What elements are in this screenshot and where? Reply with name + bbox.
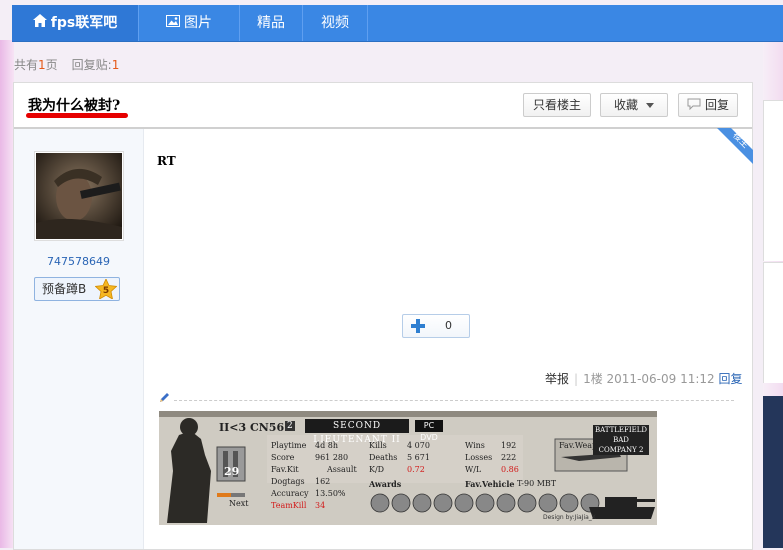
tab-pictures[interactable]: 图片 (139, 5, 240, 41)
page-total-suffix: 页 (45, 58, 58, 72)
home-icon (32, 5, 47, 41)
sig-deaths: 5 671 (407, 453, 430, 462)
sig-favvehicle-label: Fav.Vehicle (465, 479, 515, 489)
author-column: 747578649 预备蹲B 5 (14, 129, 144, 549)
tab-best[interactable]: 精品 (240, 5, 303, 41)
tab-home-label: fps联军吧 (50, 15, 118, 31)
sig-wl-label: W/L (465, 465, 482, 474)
sig-score: 961 280 (315, 453, 349, 462)
reply-button[interactable]: 回复 (678, 93, 738, 117)
floor-number: 1楼 (583, 372, 603, 386)
only-author-button[interactable]: 只看楼主 (523, 93, 591, 117)
post-datetime: 2011-06-09 11:12 (606, 372, 715, 386)
sig-teamkill-label: TeamKill (271, 501, 307, 510)
tab-home[interactable]: fps联军吧 (12, 5, 139, 41)
reply-count-prefix: 回复贴: (71, 58, 112, 72)
favorite-label: 收藏 (613, 98, 638, 112)
sig-playtime: 4d 8h (315, 441, 338, 450)
level-number: 5 (103, 286, 109, 296)
like-count: 0 (445, 319, 452, 332)
sig-kd-label: K/D (369, 465, 385, 474)
post-reply-link[interactable]: 回复 (719, 372, 743, 386)
post-meta: 举报 | 1楼 2011-06-09 11:12 回复 (545, 372, 743, 386)
tab-video[interactable]: 视频 (303, 5, 368, 41)
sig-deaths-label: Deaths (369, 453, 398, 462)
sig-favkit-label: Fav.Kit (271, 465, 299, 474)
sig-kd: 0.72 (407, 465, 425, 474)
sig-logo-line1: BATTLEFIELD (594, 426, 648, 434)
sig-dogtags-label: Dogtags (271, 477, 305, 486)
level-title: 预备蹲B (42, 282, 87, 296)
sig-favvehicle: T-90 MBT (517, 479, 557, 488)
signature-banner: II<3 CN56 2 SECOND LIEUTENANT II PC DVD … (159, 411, 657, 525)
sig-rank-title: SECOND LIEUTENANT II (305, 419, 409, 445)
thread-title: 我为什么被封? (28, 98, 121, 114)
post-content: RT (157, 154, 176, 168)
tab-video-label: 视频 (321, 15, 349, 31)
like-button[interactable]: 0 (402, 314, 470, 338)
sig-wins: 192 (501, 441, 517, 450)
page-background-left (0, 40, 14, 548)
sig-rank-number: 2 (285, 421, 295, 431)
thread-panel: 我为什么被封? 只看楼主 收藏 回复 747578649 预备蹲B 5 楼主 R… (13, 82, 753, 550)
sig-level: 29 (224, 465, 240, 478)
reply-label: 回复 (704, 98, 729, 112)
sig-kills-label: Kills (369, 441, 387, 450)
sig-accuracy: 13.50% (315, 489, 346, 498)
page-total-count: 1 (38, 58, 46, 72)
avatar[interactable] (34, 151, 124, 241)
sig-awards-label: Awards (369, 479, 402, 489)
thread-header: 我为什么被封? 只看楼主 收藏 回复 (14, 83, 752, 129)
sig-game-logo: BATTLEFIELD BAD COMPANY 2 (593, 425, 649, 455)
right-panel-top (763, 100, 783, 261)
top-nav: fps联军吧 图片 精品 视频 (12, 5, 783, 42)
author-ribbon: 楼主 (717, 128, 753, 164)
level-badge[interactable]: 预备蹲B 5 (34, 277, 120, 301)
page-info: 共有1页 回复贴:1 (14, 56, 119, 73)
report-link[interactable]: 举报 (545, 372, 569, 386)
image-icon (166, 5, 180, 41)
pencil-icon (158, 392, 170, 407)
sig-score-label: Score (271, 453, 295, 462)
sig-credit: Design by:JiaJia_X (543, 514, 596, 521)
sig-favkit: Assault (327, 465, 357, 474)
title-underline (26, 113, 128, 118)
sig-kills: 4 070 (407, 441, 430, 450)
sig-player-name: II<3 CN56 (219, 421, 285, 434)
reply-count: 1 (111, 58, 120, 72)
level-star-icon: 5 (94, 278, 118, 306)
sig-losses-label: Losses (465, 453, 493, 462)
comment-icon (687, 95, 701, 117)
sig-wl: 0.86 (501, 465, 519, 474)
sig-dogtags: 162 (315, 477, 331, 486)
author-name[interactable]: 747578649 (14, 255, 143, 268)
right-panel-bottom (763, 396, 783, 548)
sig-losses: 222 (501, 453, 517, 462)
tab-pictures-label: 图片 (184, 15, 212, 31)
sig-wins-label: Wins (465, 441, 485, 450)
sig-logo-line2: BAD COMPANY 2 (598, 436, 644, 454)
sig-pc-label: PC DVD (415, 420, 443, 442)
tab-best-label: 精品 (257, 15, 285, 31)
sig-teamkill: 34 (315, 501, 326, 510)
sig-accuracy-label: Accuracy (271, 489, 309, 498)
signature-divider (174, 400, 734, 401)
page-total-prefix: 共有 (14, 58, 39, 72)
chevron-down-icon (646, 103, 654, 108)
sig-playtime-label: Playtime (271, 441, 307, 450)
favorite-button[interactable]: 收藏 (600, 93, 668, 117)
right-panel-middle (763, 262, 783, 383)
plus-icon (410, 318, 426, 337)
sig-next-label: Next (229, 499, 249, 508)
